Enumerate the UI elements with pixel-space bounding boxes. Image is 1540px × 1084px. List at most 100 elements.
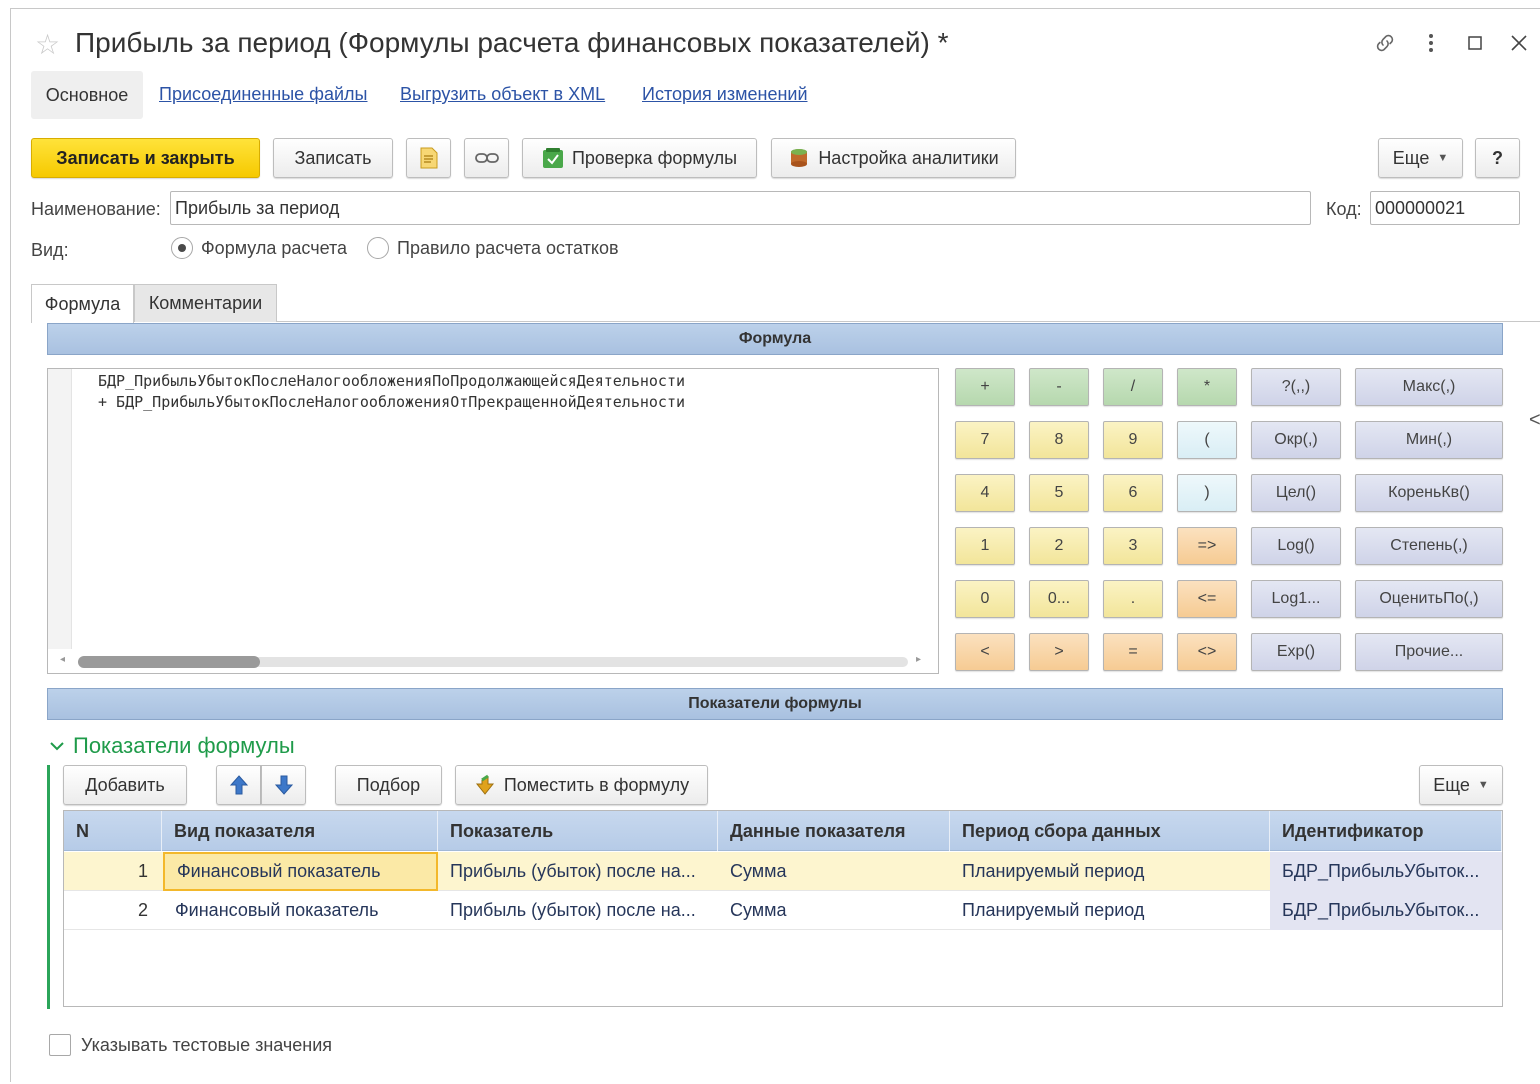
maximize-icon[interactable]: [1459, 27, 1491, 59]
database-icon: [791, 149, 808, 167]
keypad-key[interactable]: Log1...: [1251, 580, 1341, 618]
links-button[interactable]: [464, 138, 509, 178]
keypad-key[interactable]: ): [1177, 474, 1237, 512]
keypad-key[interactable]: Степень(,): [1355, 527, 1503, 565]
tab-formula[interactable]: Формула: [31, 284, 134, 323]
window-title: Прибыль за период (Формулы расчета финан…: [75, 27, 949, 58]
horizontal-scrollbar[interactable]: ◂ ▸: [48, 651, 938, 673]
radio-button-unchecked[interactable]: [367, 237, 389, 259]
keypad-key[interactable]: Цел(): [1251, 474, 1341, 512]
column-header-n[interactable]: N: [64, 811, 162, 851]
keypad-key[interactable]: <: [955, 633, 1015, 671]
cell-period[interactable]: Планируемый период: [950, 852, 1270, 891]
keypad-key[interactable]: Окр(,): [1251, 421, 1341, 459]
cell-identifier[interactable]: БДР_ПрибыльУбыток...: [1270, 891, 1502, 930]
column-header-period[interactable]: Период сбора данных: [950, 811, 1270, 851]
add-indicator-button[interactable]: Добавить: [63, 765, 187, 805]
keypad-key[interactable]: (: [1177, 421, 1237, 459]
cell-period[interactable]: Планируемый период: [950, 891, 1270, 930]
side-panel-collapse-icon[interactable]: <: [1529, 409, 1540, 432]
close-icon[interactable]: [1503, 27, 1535, 59]
keypad-key[interactable]: +: [955, 368, 1015, 406]
column-header-kind[interactable]: Вид показателя: [162, 811, 438, 851]
keypad-key[interactable]: Log(): [1251, 527, 1341, 565]
analytics-settings-button[interactable]: Настройка аналитики: [771, 138, 1016, 178]
keypad-key[interactable]: -: [1029, 368, 1089, 406]
nav-export-xml[interactable]: Выгрузить объект в XML: [400, 84, 605, 105]
keypad-key[interactable]: 2: [1029, 527, 1089, 565]
radio-balance-rule[interactable]: Правило расчета остатков: [367, 237, 619, 259]
document-button[interactable]: [406, 138, 451, 178]
cell-identifier[interactable]: БДР_ПрибыльУбыток...: [1270, 852, 1502, 891]
scroll-right-icon[interactable]: ▸: [916, 654, 921, 665]
keypad-key[interactable]: ОценитьПо(,): [1355, 580, 1503, 618]
keypad-key[interactable]: 9: [1103, 421, 1163, 459]
keypad-key[interactable]: 1: [955, 527, 1015, 565]
keypad-key[interactable]: 0: [955, 580, 1015, 618]
keypad-key[interactable]: КореньКв(): [1355, 474, 1503, 512]
move-down-button[interactable]: [261, 765, 306, 805]
keypad-key[interactable]: Мин(,): [1355, 421, 1503, 459]
help-button[interactable]: ?: [1475, 138, 1520, 178]
keypad-key[interactable]: >: [1029, 633, 1089, 671]
keypad-key[interactable]: 6: [1103, 474, 1163, 512]
nav-change-history[interactable]: История изменений: [642, 84, 808, 105]
save-and-close-button[interactable]: Записать и закрыть: [31, 138, 260, 178]
keypad-key[interactable]: =>: [1177, 527, 1237, 565]
indicators-table[interactable]: N Вид показателя Показатель Данные показ…: [63, 810, 1503, 1007]
formula-code[interactable]: БДР_ПрибыльУбытокПослеНалогообложенияПоП…: [98, 371, 685, 413]
cell-data[interactable]: Сумма: [718, 852, 950, 891]
cell-data[interactable]: Сумма: [718, 891, 950, 930]
more-menu-icon[interactable]: [1415, 27, 1447, 59]
keypad-key[interactable]: Exp(): [1251, 633, 1341, 671]
save-button[interactable]: Записать: [273, 138, 393, 178]
keypad-key[interactable]: <=: [1177, 580, 1237, 618]
table-more-button[interactable]: Еще ▼: [1419, 765, 1503, 805]
cell-kind[interactable]: Финансовый показатель: [163, 852, 438, 891]
test-values-option[interactable]: Указывать тестовые значения: [49, 1034, 332, 1056]
kind-label: Вид:: [31, 240, 69, 260]
keypad-key[interactable]: .: [1103, 580, 1163, 618]
column-header-data[interactable]: Данные показателя: [718, 811, 950, 851]
radio-formula[interactable]: Формула расчета: [171, 237, 347, 259]
keypad-key[interactable]: <>: [1177, 633, 1237, 671]
keypad-key[interactable]: =: [1103, 633, 1163, 671]
pick-button[interactable]: Подбор: [335, 765, 442, 805]
put-into-formula-button[interactable]: Поместить в формулу: [455, 765, 708, 805]
test-values-checkbox[interactable]: [49, 1034, 71, 1056]
keypad-key[interactable]: 0...: [1029, 580, 1089, 618]
scroll-left-icon[interactable]: ◂: [60, 654, 65, 665]
keypad-key[interactable]: 7: [955, 421, 1015, 459]
keypad-key[interactable]: Макс(,): [1355, 368, 1503, 406]
keypad-key[interactable]: 5: [1029, 474, 1089, 512]
keypad-key[interactable]: *: [1177, 368, 1237, 406]
keypad-key[interactable]: Прочие...: [1355, 633, 1503, 671]
radio-button-checked[interactable]: [171, 237, 193, 259]
nav-main[interactable]: Основное: [31, 71, 143, 119]
move-up-button[interactable]: [216, 765, 261, 805]
keypad-key[interactable]: 3: [1103, 527, 1163, 565]
keypad-key[interactable]: 4: [955, 474, 1015, 512]
favorite-star-icon[interactable]: ☆: [35, 31, 60, 59]
indicators-group-toggle[interactable]: Показатели формулы: [49, 733, 295, 759]
scroll-thumb[interactable]: [78, 656, 260, 668]
code-input[interactable]: 000000021: [1370, 191, 1520, 225]
more-actions-button[interactable]: Еще ▼: [1378, 138, 1463, 178]
cell-indicator[interactable]: Прибыль (убыток) после на...: [438, 891, 718, 930]
tab-comments[interactable]: Комментарии: [134, 284, 277, 322]
keypad-key[interactable]: 8: [1029, 421, 1089, 459]
column-header-identifier[interactable]: Идентификатор: [1270, 811, 1502, 851]
cell-kind[interactable]: Финансовый показатель: [163, 891, 438, 930]
keypad-key[interactable]: /: [1103, 368, 1163, 406]
name-input[interactable]: Прибыль за период: [170, 191, 1311, 225]
table-row[interactable]: 2 Финансовый показатель Прибыль (убыток)…: [64, 891, 1502, 930]
column-header-indicator[interactable]: Показатель: [438, 811, 718, 851]
nav-attached-files[interactable]: Присоединенные файлы: [159, 84, 368, 105]
cell-indicator[interactable]: Прибыль (убыток) после на...: [438, 852, 718, 891]
table-row[interactable]: 1 Финансовый показатель Прибыль (убыток)…: [64, 852, 1502, 891]
link-icon[interactable]: [1369, 27, 1401, 59]
check-formula-button[interactable]: Проверка формулы: [522, 138, 757, 178]
formula-editor[interactable]: БДР_ПрибыльУбытокПослеНалогообложенияПоП…: [47, 368, 939, 674]
chain-link-icon: [474, 153, 499, 163]
keypad-key[interactable]: ?(,,): [1251, 368, 1341, 406]
